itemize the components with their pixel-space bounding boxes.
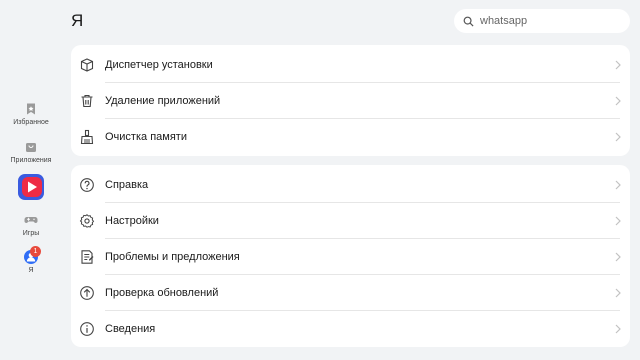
menu-item-install-manager[interactable]: Диспетчер установки <box>71 47 630 83</box>
nav-favorites[interactable]: Избранное <box>0 102 62 126</box>
gear-icon <box>79 214 95 228</box>
menu-item-label: Диспетчер установки <box>105 59 213 71</box>
search-icon <box>463 16 474 27</box>
app-logo[interactable] <box>18 174 44 200</box>
play-icon <box>28 181 37 193</box>
nav-me[interactable]: 1 Я <box>0 246 62 274</box>
chevron-right-icon <box>615 132 621 142</box>
menu-item-settings[interactable]: Настройки <box>71 203 630 239</box>
trash-icon <box>81 94 93 108</box>
page-title: Я <box>71 11 84 30</box>
search-query: whatsapp <box>480 15 528 27</box>
menu-item-help[interactable]: Справка <box>71 167 630 203</box>
nav-me-label: Я <box>28 267 34 274</box>
chevron-right-icon <box>615 180 621 190</box>
broom-icon <box>80 129 94 145</box>
settings-card: Справка Настройки Проблемы и предложения… <box>71 165 630 347</box>
menu-item-uninstall-apps[interactable]: Удаление приложений <box>71 83 630 119</box>
chevron-right-icon <box>615 324 621 334</box>
menu-item-label: Сведения <box>105 323 156 335</box>
menu-item-feedback[interactable]: Проблемы и предложения <box>71 239 630 275</box>
menu-item-label: Очистка памяти <box>105 131 187 143</box>
chevron-right-icon <box>615 60 621 70</box>
menu-item-about[interactable]: Сведения <box>71 311 630 347</box>
chevron-right-icon <box>615 288 621 298</box>
nav-apps-label: Приложения <box>10 157 52 164</box>
nav-apps[interactable]: Приложения <box>0 140 62 164</box>
menu-item-clean-memory[interactable]: Очистка памяти <box>71 119 630 155</box>
bookmark-star-icon <box>27 103 35 115</box>
chevron-right-icon <box>615 96 621 106</box>
update-icon <box>80 286 94 300</box>
menu-item-check-updates[interactable]: Проверка обновлений <box>71 275 630 311</box>
shopping-bag-icon <box>26 143 36 152</box>
menu-item-label: Справка <box>105 179 149 191</box>
nav-favorites-label: Избранное <box>13 119 49 126</box>
chevron-right-icon <box>615 252 621 262</box>
tools-card: Диспетчер установки Удаление приложений … <box>71 45 630 156</box>
menu-item-label: Проблемы и предложения <box>105 251 240 263</box>
menu-item-label: Проверка обновлений <box>105 287 219 299</box>
notification-badge: 1 <box>30 246 41 257</box>
info-icon <box>80 322 94 336</box>
feedback-icon <box>81 250 94 264</box>
menu-item-label: Настройки <box>105 215 159 227</box>
nav-games[interactable]: Игры <box>0 213 62 237</box>
gamepad-icon <box>24 217 38 223</box>
chevron-right-icon <box>615 216 621 226</box>
search-input[interactable]: whatsapp <box>454 9 630 33</box>
menu-item-label: Удаление приложений <box>105 95 221 107</box>
help-icon <box>80 178 94 192</box>
nav-games-label: Игры <box>22 230 40 237</box>
package-icon <box>80 58 94 72</box>
side-navigation: Избранное Приложения Игры 1 Я <box>0 0 62 360</box>
